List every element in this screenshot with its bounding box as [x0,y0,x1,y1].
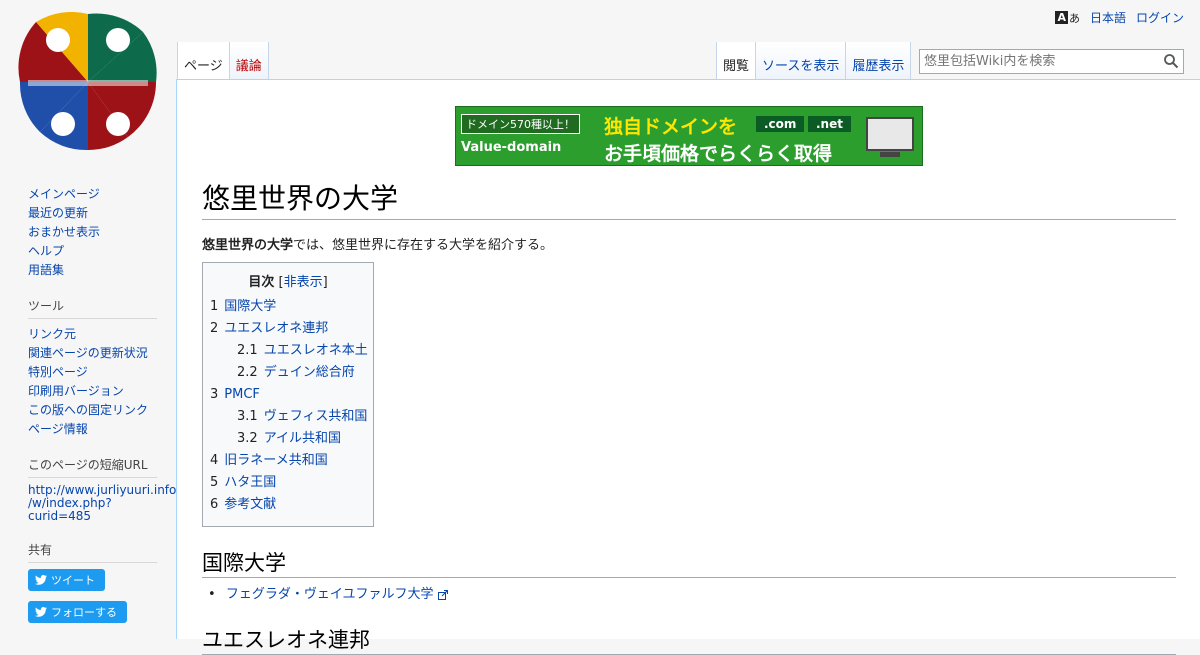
toc-link[interactable]: ヴェフィス共和国 [264,409,368,424]
sidebar-item-permalink[interactable]: この版への固定リンク [28,403,148,417]
sidebar-tools: ツール リンク元 関連ページの更新状況 特別ページ 印刷用バージョン この版への… [28,297,176,439]
search-input[interactable] [920,50,1150,73]
toc-item[interactable]: 3.1 ヴェフィス共和国 [210,406,368,428]
toc-link[interactable]: ハタ王国 [224,475,276,490]
toc-link[interactable]: ユエスレオネ本土 [264,343,368,358]
sidebar-shorturl: このページの短縮URL http://www.jurliyuuri.info /… [28,456,176,523]
tweet-button[interactable]: ツイート [28,569,105,591]
follow-button[interactable]: フォローする [28,601,127,623]
twitter-bird-icon [35,575,47,585]
tab-page[interactable]: ページ [177,42,230,79]
sidebar-item-recent-changes[interactable]: 最近の更新 [28,206,88,220]
toc-hide-toggle[interactable]: 非表示 [284,275,323,290]
toc-item[interactable]: 1 国際大学 [210,296,366,318]
university-list: フェグラダ・ヴェイユファルフ大学 [210,583,448,602]
banner-tld-com: .com [756,116,805,132]
banner-brand: Value-domain [461,140,562,155]
toc-link[interactable]: 国際大学 [224,299,276,314]
intro-bold: 悠里世界の大学 [202,238,294,253]
toc-title: 目次 [非表示] [248,275,328,290]
login-link[interactable]: ログイン [1136,9,1184,26]
toc-item[interactable]: 2.2 デュイン総合府 [210,362,366,384]
sidebar-item-special-pages[interactable]: 特別ページ [28,365,88,379]
toc-number: 1 [210,299,219,314]
toc-item[interactable]: 6 参考文献 [210,494,366,516]
toc-item[interactable]: 5 ハタ王国 [210,472,366,494]
view-tabs: 閲覧 ソースを表示 履歴表示 [716,42,912,79]
search-icon[interactable] [1163,53,1179,69]
short-url-link[interactable]: http://www.jurliyuuri.info /w/index.php?… [28,484,176,523]
tab-talk[interactable]: 議論 [229,42,269,79]
sidebar-item-print[interactable]: 印刷用バージョン [28,384,124,398]
sidebar-item-help[interactable]: ヘルプ [28,244,64,258]
toc-number: 5 [210,475,219,490]
language-link[interactable]: 日本語 [1090,9,1126,26]
banner-tld-net: .net [808,116,851,132]
section-heading: ユエスレオネ連邦 [202,624,1176,655]
intro-text: では、悠里世界に存在する大学を紹介する。 [293,238,554,253]
sidebar-item-random[interactable]: おまかせ表示 [28,225,100,239]
toc-number: 3.2 [237,431,258,446]
language-icon[interactable]: Aあ [1055,10,1080,26]
banner-badge: ドメイン570種以上！ [461,114,580,134]
computer-icon [866,117,914,151]
tweet-label: ツイート [51,574,95,587]
sidebar-share: 共有 ツイート フォローする [28,541,176,633]
banner-headline-2: お手頃価格でらくらく取得 [604,143,833,165]
namespace-tabs: ページ 議論 [177,42,269,79]
toc-link[interactable]: 旧ラネーメ共和国 [224,453,327,468]
toc-link[interactable]: デュイン総合府 [264,365,355,380]
sidebar-item-related-changes[interactable]: 関連ページの更新状況 [28,346,148,360]
external-link-icon [437,589,448,600]
sidebar-shorturl-heading: このページの短縮URL [28,456,157,478]
section-heading: 国際大学 [202,547,1176,578]
sidebar-share-heading: 共有 [28,541,157,563]
toc-item[interactable]: 2 ユエスレオネ連邦 [210,318,366,340]
sidebar: メインページ 最近の更新 おまかせ表示 ヘルプ 用語集 ツール リンク元 関連ペ… [0,185,176,633]
short-url-line: curid=485 [28,509,92,523]
sidebar-item-glossary[interactable]: 用語集 [28,263,64,277]
toc-number: 6 [210,497,219,512]
tab-read[interactable]: 閲覧 [716,42,757,79]
banner-headline-1: 独自ドメインを [604,116,738,138]
twitter-bird-icon [35,607,47,617]
intro-paragraph: 悠里世界の大学では、悠里世界に存在する大学を紹介する。 [202,234,553,253]
toc-number: 4 [210,453,219,468]
table-of-contents: 目次 [非表示] 1 国際大学 2 ユエスレオネ連邦 2.1 ユエスレオネ本土 2.2… [202,262,374,527]
toc-number: 2.2 [237,365,258,380]
toc-number: 2 [210,321,219,336]
sidebar-item-main-page[interactable]: メインページ [28,187,100,201]
toc-item[interactable]: 3.2 アイル共和国 [210,428,366,450]
tab-view-source[interactable]: ソースを表示 [756,42,847,79]
personal-tools: Aあ 日本語 ログイン [1055,9,1184,26]
sidebar-item-whatlinkshere[interactable]: リンク元 [28,327,76,341]
toc-item[interactable]: 3 PMCF [210,384,366,406]
external-link[interactable]: フェグラダ・ヴェイユファルフ大学 [226,587,434,602]
site-logo[interactable] [18,12,158,152]
follow-label: フォローする [51,606,117,619]
toc-number: 2.1 [237,343,258,358]
toc-link[interactable]: アイル共和国 [264,431,341,446]
toc-heading: 目次 [248,275,275,290]
list-item: フェグラダ・ヴェイユファルフ大学 [210,583,448,602]
sidebar-item-page-info[interactable]: ページ情報 [28,422,88,436]
search-box [919,49,1184,74]
toc-link[interactable]: PMCF [224,387,260,402]
sidebar-tools-heading: ツール [28,297,157,319]
ad-banner[interactable]: ドメイン570種以上！ Value-domain 独自ドメインを お手頃価格でら… [455,106,923,166]
sidebar-navigation: メインページ 最近の更新 おまかせ表示 ヘルプ 用語集 [28,185,176,280]
toc-item[interactable]: 4 旧ラネーメ共和国 [210,450,366,472]
main-content: ドメイン570種以上！ Value-domain 独自ドメインを お手頃価格でら… [176,79,1200,655]
toc-number: 3 [210,387,219,402]
toc-item[interactable]: 2.1 ユエスレオネ本土 [210,340,368,362]
page-title: 悠里世界の大学 [202,177,1176,220]
computer-stand [880,152,900,157]
tab-history[interactable]: 履歴表示 [846,42,912,79]
toc-number: 3.1 [237,409,258,424]
toc-link[interactable]: ユエスレオネ連邦 [224,321,328,336]
toc-link[interactable]: 参考文献 [224,497,276,512]
